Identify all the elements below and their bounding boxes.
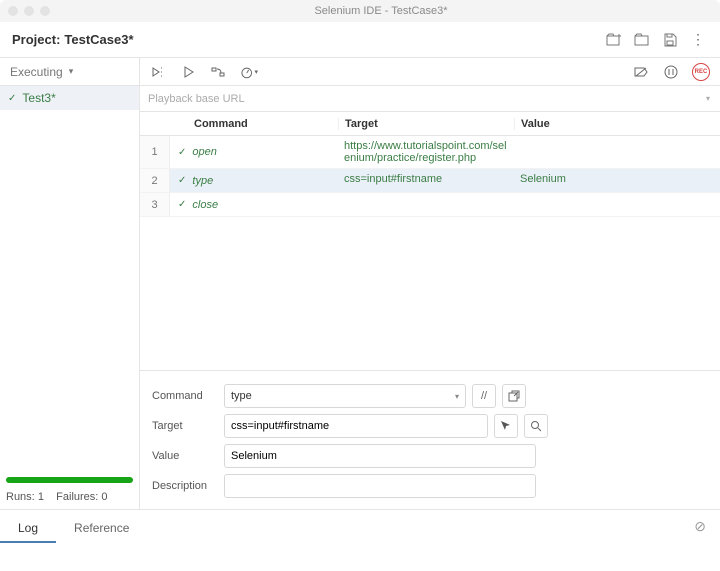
base-url-placeholder: Playback base URL: [148, 93, 245, 105]
failures-value: 0: [101, 491, 107, 503]
select-target-button[interactable]: [494, 414, 518, 438]
open-project-icon[interactable]: [632, 30, 652, 50]
content-pane: ▾ REC Playback base URL ▾ Command Target…: [140, 58, 720, 509]
speed-icon[interactable]: ▾: [240, 63, 258, 81]
chevron-down-icon: ▾: [69, 66, 74, 77]
test-item[interactable]: ✓ Test3*: [0, 86, 139, 110]
save-project-icon[interactable]: [660, 30, 680, 50]
target-input[interactable]: [224, 414, 488, 438]
row-command: type: [192, 175, 213, 187]
view-dropdown-label: Executing: [10, 65, 63, 79]
check-icon: ✓: [178, 199, 186, 210]
tab-reference[interactable]: Reference: [56, 515, 147, 543]
clear-log-icon[interactable]: ⊘: [694, 518, 706, 535]
project-label: Project:: [12, 32, 60, 47]
run-current-icon[interactable]: [180, 63, 198, 81]
row-target: https://www.tutorialspoint.com/selenium/…: [338, 136, 514, 168]
window-title: Selenium IDE - TestCase3*: [50, 5, 712, 17]
pause-on-exception-icon[interactable]: [662, 63, 680, 81]
toggle-enable-button[interactable]: //: [472, 384, 496, 408]
project-bar: Project: TestCase3* ⋮: [0, 22, 720, 58]
check-icon: ✓: [178, 147, 186, 158]
row-target: css=input#firstname: [338, 169, 514, 192]
description-input[interactable]: [224, 474, 536, 498]
value-input[interactable]: [224, 444, 536, 468]
command-select[interactable]: type ▾: [224, 384, 466, 408]
row-index: 3: [140, 193, 170, 216]
test-item-label: Test3*: [22, 91, 55, 105]
command-select-value: type: [231, 390, 252, 402]
toolbar: ▾ REC: [140, 58, 720, 86]
bottom-bar: Log Reference ⊘: [0, 509, 720, 543]
open-new-window-button[interactable]: [502, 384, 526, 408]
disable-breakpoints-icon[interactable]: [632, 63, 650, 81]
check-icon: ✓: [8, 93, 16, 104]
new-project-icon[interactable]: [604, 30, 624, 50]
row-target: [338, 193, 514, 216]
base-url-input[interactable]: Playback base URL ▾: [140, 86, 720, 112]
titlebar: Selenium IDE - TestCase3*: [0, 0, 720, 22]
col-value: Value: [514, 118, 720, 130]
chevron-down-icon: ▾: [254, 68, 258, 76]
grid-body: 1 ✓ open https://www.tutorialspoint.com/s…: [140, 136, 720, 370]
row-value: [514, 193, 720, 216]
chevron-down-icon: ▾: [455, 392, 459, 401]
runs-value: 1: [38, 491, 44, 503]
row-index: 1: [140, 136, 170, 168]
col-command: Command: [170, 118, 338, 130]
progress-bar: [6, 477, 133, 483]
close-window-icon[interactable]: [8, 6, 18, 16]
view-dropdown[interactable]: Executing ▾: [0, 58, 139, 86]
editor-command-label: Command: [152, 390, 224, 402]
grid-header: Command Target Value: [140, 112, 720, 136]
editor-description-label: Description: [152, 480, 224, 492]
step-over-icon[interactable]: [210, 63, 228, 81]
col-target: Target: [338, 118, 514, 130]
tab-log[interactable]: Log: [0, 515, 56, 543]
row-command: open: [192, 146, 216, 158]
runs-label: Runs:: [6, 491, 35, 503]
row-value: Selenium: [514, 169, 720, 192]
row-command: close: [192, 199, 218, 211]
window-controls: [8, 6, 50, 16]
check-icon: ✓: [178, 175, 186, 186]
command-editor: Command type ▾ // Target: [140, 370, 720, 509]
sidebar: Executing ▾ ✓ Test3* Runs: 1 Failures: 0: [0, 58, 140, 509]
minimize-window-icon[interactable]: [24, 6, 34, 16]
grid-row[interactable]: 3 ✓ close: [140, 193, 720, 217]
run-all-icon[interactable]: [150, 63, 168, 81]
grid-row[interactable]: 1 ✓ open https://www.tutorialspoint.com/s…: [140, 136, 720, 169]
row-index: 2: [140, 169, 170, 192]
chevron-down-icon: ▾: [706, 94, 710, 103]
editor-target-label: Target: [152, 420, 224, 432]
editor-value-label: Value: [152, 450, 224, 462]
find-target-button[interactable]: [524, 414, 548, 438]
project-name: TestCase3*: [64, 32, 133, 47]
record-icon[interactable]: REC: [692, 63, 710, 81]
failures-label: Failures:: [56, 491, 98, 503]
run-stats: Runs: 1 Failures: 0: [0, 491, 139, 509]
more-menu-icon[interactable]: ⋮: [688, 30, 708, 50]
grid-row[interactable]: 2 ✓ type css=input#firstname Selenium: [140, 169, 720, 193]
maximize-window-icon[interactable]: [40, 6, 50, 16]
row-value: [514, 136, 720, 168]
